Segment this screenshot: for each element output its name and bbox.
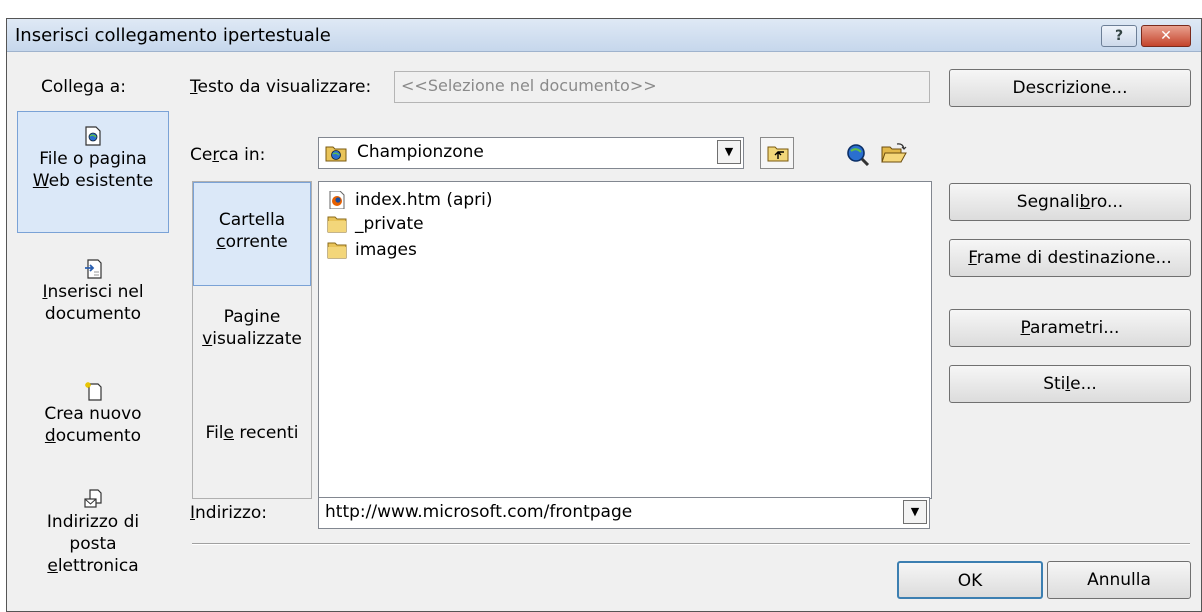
- firefox-html-icon: [329, 191, 345, 209]
- sidebar-item-label: File o pagina: [39, 149, 147, 169]
- sidebar-item-label: documento: [44, 304, 142, 324]
- tab-label: Pagine: [223, 307, 281, 327]
- tab-recent-files[interactable]: File recenti: [193, 394, 311, 498]
- folder-icon: [327, 216, 347, 233]
- close-button[interactable]: ✕: [1141, 25, 1191, 47]
- file-name: index.htm (apri): [355, 190, 493, 210]
- dialog-title: Inserisci collegamento ipertestuale: [15, 25, 331, 46]
- browse-web-button[interactable]: [840, 137, 874, 169]
- description-button[interactable]: Descrizione...: [949, 69, 1191, 107]
- hyperlink-dialog: Inserisci collegamento ipertestuale ? ✕ …: [6, 18, 1202, 612]
- tab-current-folder[interactable]: Cartella corrente: [193, 182, 311, 286]
- address-field[interactable]: http://www.microsoft.com/frontpage ▼: [318, 497, 930, 529]
- sidebar-item-label: Web esistente: [32, 171, 154, 191]
- web-folder-icon: [325, 146, 347, 162]
- sidebar-item-label: Indirizzo di: [46, 512, 140, 532]
- sidebar-item-place-in-document[interactable]: Inserisci nel documento: [17, 253, 169, 353]
- text-to-display-field[interactable]: <<Selezione nel documento>>: [394, 71, 930, 103]
- help-button[interactable]: ?: [1101, 25, 1137, 47]
- tab-label: Cartella: [218, 210, 286, 230]
- sidebar-item-label: documento: [44, 426, 142, 446]
- new-document-icon: [85, 382, 102, 401]
- tab-label: corrente: [216, 232, 288, 252]
- place-in-document-icon: [85, 259, 102, 279]
- sidebar-item-new-document[interactable]: Crea nuovo documento: [17, 375, 169, 475]
- sidebar-item-existing-file[interactable]: File o pagina Web esistente: [17, 111, 169, 233]
- parameters-button[interactable]: Parametri...: [949, 309, 1191, 347]
- cancel-button[interactable]: Annulla: [1047, 561, 1191, 599]
- file-list[interactable]: index.htm (apri) _private images: [318, 181, 932, 499]
- look-in-label: Cerca in:: [190, 145, 266, 165]
- folder-icon: [327, 242, 347, 259]
- address-label: Indirizzo:: [190, 503, 267, 523]
- sidebar-item-label: Crea nuovo: [44, 404, 142, 424]
- open-folder-icon: [881, 143, 907, 163]
- sidebar-item-label: posta: [69, 534, 117, 554]
- tab-label: File recenti: [205, 423, 299, 443]
- ok-button[interactable]: OK: [897, 561, 1043, 599]
- web-page-icon: [85, 126, 101, 146]
- chevron-down-icon[interactable]: ▼: [903, 500, 927, 524]
- address-value: http://www.microsoft.com/frontpage: [325, 502, 633, 522]
- sidebar-item-label: Inserisci nel: [42, 282, 144, 302]
- file-name: _private: [355, 214, 424, 234]
- target-frame-button[interactable]: Frame di destinazione...: [949, 239, 1191, 277]
- browse-file-button[interactable]: [876, 137, 910, 169]
- look-in-dropdown[interactable]: Championzone ▼: [318, 137, 744, 169]
- tab-label: visualizzate: [202, 329, 302, 349]
- link-to-heading: Collega a:: [41, 77, 126, 97]
- sidebar-item-label: elettronica: [47, 556, 139, 576]
- look-in-value: Championzone: [357, 142, 484, 162]
- folder-up-icon: [767, 146, 789, 162]
- bookmark-button[interactable]: Segnalibro...: [949, 183, 1191, 221]
- title-bar: Inserisci collegamento ipertestuale ? ✕: [7, 19, 1201, 52]
- up-one-folder-button[interactable]: [760, 137, 794, 169]
- chevron-down-icon[interactable]: ▼: [717, 140, 741, 164]
- text-to-display-label: Testo da visualizzare:: [190, 77, 372, 97]
- browse-tabs: Cartella corrente Pagine visualizzate Fi…: [192, 181, 312, 499]
- link-to-sidebar: File o pagina Web esistente Inserisci ne…: [17, 99, 169, 599]
- tab-browsed-pages[interactable]: Pagine visualizzate: [193, 288, 311, 392]
- style-button[interactable]: Stile...: [949, 365, 1191, 403]
- browse-web-icon: [847, 144, 870, 166]
- sidebar-item-email-address[interactable]: Indirizzo di posta elettronica: [17, 483, 169, 603]
- separator: [192, 543, 1190, 545]
- email-address-icon: [84, 489, 102, 508]
- file-name: images: [355, 240, 417, 260]
